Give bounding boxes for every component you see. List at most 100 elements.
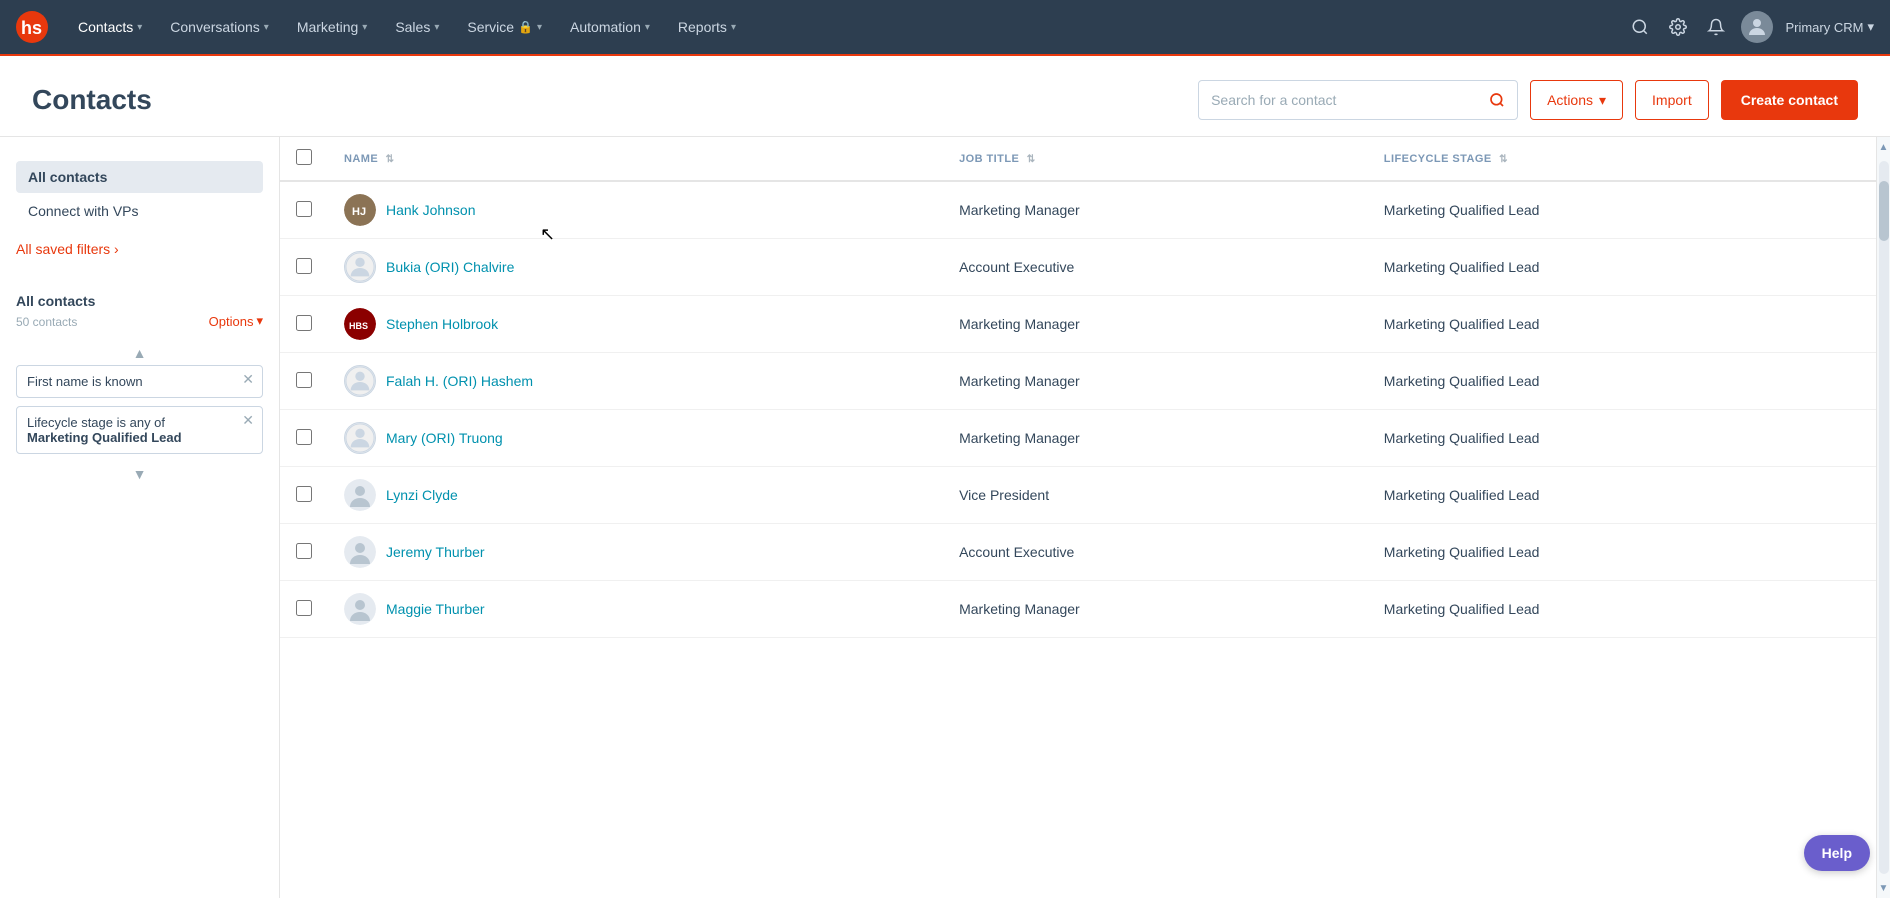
- row-checkbox[interactable]: [296, 429, 312, 445]
- row-name-cell: Mary (ORI) Truong: [328, 410, 943, 467]
- nav-conversations[interactable]: Conversations ▾: [156, 0, 283, 55]
- table-row: Falah H. (ORI) HashemMarketing ManagerMa…: [280, 353, 1890, 410]
- table-body: HJHank JohnsonMarketing ManagerMarketing…: [280, 181, 1890, 638]
- table-row: Maggie Thurber Marketing ManagerMarketing…: [280, 581, 1890, 638]
- filter-remove-firstname[interactable]: ✕: [242, 372, 254, 386]
- contact-avatar: HJ: [344, 194, 376, 226]
- table-row: Lynzi ClydeVice PresidentMarketing Quali…: [280, 467, 1890, 524]
- row-checkbox-cell[interactable]: [280, 410, 328, 467]
- filter-area: ▲ First name is known ✕ Lifecycle stage …: [16, 341, 263, 486]
- import-button[interactable]: Import: [1635, 80, 1709, 120]
- sidebar: All contacts Connect with VPs All saved …: [0, 137, 280, 898]
- contact-name-link[interactable]: Hank Johnson: [386, 202, 476, 218]
- actions-button[interactable]: Actions ▾: [1530, 80, 1623, 120]
- row-checkbox[interactable]: [296, 600, 312, 616]
- nav-service[interactable]: Service 🔒 ▾: [453, 0, 556, 55]
- row-checkbox-cell[interactable]: [280, 181, 328, 239]
- settings-icon-button[interactable]: [1665, 14, 1691, 40]
- row-lifecycle-stage: Marketing Qualified Lead: [1368, 524, 1890, 581]
- notifications-icon-button[interactable]: [1703, 14, 1729, 40]
- contact-name-link[interactable]: Maggie Thurber: [386, 601, 485, 617]
- table-row: Mary (ORI) TruongMarketing ManagerMarket…: [280, 410, 1890, 467]
- options-button[interactable]: Options ▾: [209, 313, 263, 329]
- row-checkbox-cell[interactable]: [280, 467, 328, 524]
- account-switcher[interactable]: Primary CRM ▾: [1785, 19, 1874, 35]
- col-header-lifecycle[interactable]: LIFECYCLE STAGE ⇅: [1368, 137, 1890, 181]
- chevron-down-icon: ▾: [1599, 92, 1606, 109]
- row-job-title: Marketing Manager: [943, 581, 1368, 638]
- contact-name-link[interactable]: Lynzi Clyde: [386, 487, 458, 503]
- search-submit-button[interactable]: [1489, 92, 1505, 108]
- row-name-cell: HJ Hank Johnson: [328, 181, 943, 239]
- create-contact-button[interactable]: Create contact: [1721, 80, 1858, 120]
- row-job-title: Vice President: [943, 467, 1368, 524]
- all-saved-filters-link[interactable]: All saved filters ›: [16, 237, 119, 261]
- row-checkbox[interactable]: [296, 486, 312, 502]
- page-wrapper: Contacts ↖ Actions ▾ Import Create conta…: [0, 56, 1890, 898]
- row-lifecycle-stage: Marketing Qualified Lead: [1368, 581, 1890, 638]
- filter-remove-lifecycle[interactable]: ✕: [242, 413, 254, 427]
- select-all-checkbox[interactable]: [296, 149, 312, 165]
- row-checkbox-cell[interactable]: [280, 239, 328, 296]
- row-checkbox-cell[interactable]: [280, 353, 328, 410]
- contacts-count: 50 contacts: [16, 315, 77, 329]
- row-checkbox[interactable]: [296, 201, 312, 217]
- contact-name-link[interactable]: Jeremy Thurber: [386, 544, 485, 560]
- row-checkbox-cell[interactable]: [280, 581, 328, 638]
- search-icon-button[interactable]: [1627, 14, 1653, 40]
- chevron-down-icon: ▾: [1867, 19, 1874, 35]
- col-header-job-title[interactable]: JOB TITLE ⇅: [943, 137, 1368, 181]
- chevron-down-icon: ▾: [137, 22, 142, 33]
- contact-name-link[interactable]: Bukia (ORI) Chalvire: [386, 259, 514, 275]
- scroll-up-arrow[interactable]: ▲: [16, 341, 263, 365]
- sidebar-item-all-contacts[interactable]: All contacts: [16, 161, 263, 193]
- svg-text:HBS: HBS: [349, 321, 368, 331]
- scroll-down-arrow[interactable]: ▼: [1877, 878, 1890, 898]
- row-lifecycle-stage: Marketing Qualified Lead: [1368, 239, 1890, 296]
- sort-jobtitle-icon: ⇅: [1027, 154, 1036, 165]
- nav-sales[interactable]: Sales ▾: [381, 0, 453, 55]
- contacts-table-area: NAME ⇅ JOB TITLE ⇅ LIFECYCLE STAGE ⇅: [280, 137, 1890, 898]
- chevron-down-icon: ▾: [434, 22, 439, 33]
- row-checkbox[interactable]: [296, 315, 312, 331]
- contacts-table: NAME ⇅ JOB TITLE ⇅ LIFECYCLE STAGE ⇅: [280, 137, 1890, 638]
- search-contact-input[interactable]: [1211, 92, 1489, 108]
- sort-name-icon: ⇅: [386, 154, 395, 165]
- row-checkbox[interactable]: [296, 258, 312, 274]
- chevron-down-icon: ▾: [731, 22, 736, 33]
- sidebar-section-title: All contacts: [16, 293, 263, 309]
- chevron-down-icon: ▾: [256, 313, 263, 329]
- table-row: Jeremy ThurberAccount ExecutiveMarketing…: [280, 524, 1890, 581]
- top-navigation: hs Contacts ▾ Conversations ▾ Marketing …: [0, 0, 1890, 56]
- row-name-cell: Jeremy Thurber: [328, 524, 943, 581]
- scrollbar-thumb[interactable]: [1879, 181, 1889, 241]
- table-scrollbar[interactable]: ▲ ▼: [1876, 137, 1890, 898]
- contact-name-link[interactable]: Falah H. (ORI) Hashem: [386, 373, 533, 389]
- nav-automation[interactable]: Automation ▾: [556, 0, 664, 55]
- row-checkbox-cell[interactable]: [280, 296, 328, 353]
- scrollbar-track[interactable]: [1879, 161, 1889, 874]
- row-name-cell: Maggie Thurber: [328, 581, 943, 638]
- row-checkbox-cell[interactable]: [280, 524, 328, 581]
- search-contact-box[interactable]: [1198, 80, 1518, 120]
- contact-name-link[interactable]: Mary (ORI) Truong: [386, 430, 503, 446]
- sidebar-item-connect-vps[interactable]: Connect with VPs: [16, 195, 263, 227]
- row-lifecycle-stage: Marketing Qualified Lead: [1368, 410, 1890, 467]
- user-avatar[interactable]: [1741, 11, 1773, 43]
- nav-right-actions: Primary CRM ▾: [1627, 11, 1874, 43]
- nav-marketing[interactable]: Marketing ▾: [283, 0, 382, 55]
- select-all-header[interactable]: [280, 137, 328, 181]
- scroll-up-arrow[interactable]: ▲: [1877, 137, 1890, 157]
- hubspot-logo[interactable]: hs: [16, 11, 48, 43]
- nav-contacts[interactable]: Contacts ▾: [64, 0, 156, 55]
- svg-text:HJ: HJ: [352, 206, 366, 218]
- scroll-down-arrow[interactable]: ▼: [16, 462, 263, 486]
- help-button[interactable]: Help: [1804, 835, 1870, 871]
- chevron-down-icon: ▾: [264, 22, 269, 33]
- nav-reports[interactable]: Reports ▾: [664, 0, 750, 55]
- contact-name-link[interactable]: Stephen Holbrook: [386, 316, 498, 332]
- main-content: All contacts Connect with VPs All saved …: [0, 137, 1890, 898]
- row-checkbox[interactable]: [296, 543, 312, 559]
- row-checkbox[interactable]: [296, 372, 312, 388]
- col-header-name[interactable]: NAME ⇅: [328, 137, 943, 181]
